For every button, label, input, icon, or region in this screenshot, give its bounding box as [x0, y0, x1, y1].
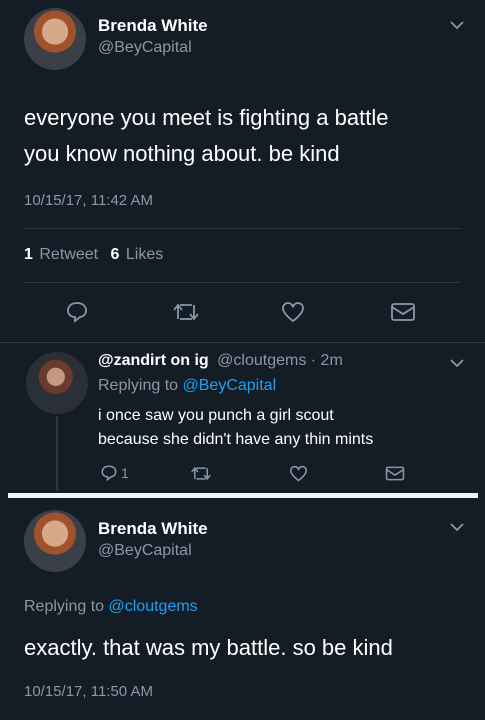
divider	[24, 282, 461, 283]
like-count[interactable]: 6	[111, 246, 120, 263]
author-name[interactable]: Brenda White	[98, 519, 208, 539]
separator	[8, 493, 478, 498]
message-icon[interactable]	[390, 301, 416, 323]
engagement-stats: 1 Retweet 6 Likes	[24, 246, 163, 264]
retweet-count[interactable]: 1	[24, 246, 33, 263]
tweet-text-line: you know nothing about. be kind	[24, 141, 340, 166]
author-handle[interactable]: @BeyCapital	[98, 542, 192, 560]
replying-to: Replying to @BeyCapital	[98, 377, 276, 395]
replying-to: Replying to @cloutgems	[24, 598, 198, 616]
retweet-label[interactable]: Retweet	[39, 246, 98, 263]
avatar[interactable]	[24, 8, 86, 70]
chevron-down-icon[interactable]	[450, 522, 464, 532]
tweet-text-line: exactly. that was my battle. so be kind	[24, 635, 393, 660]
replying-to-prefix: Replying to	[98, 377, 179, 394]
author-handle[interactable]: @BeyCapital	[98, 39, 192, 57]
replying-to-link[interactable]: @BeyCapital	[183, 377, 277, 394]
like-label[interactable]: Likes	[126, 246, 163, 263]
chevron-down-icon[interactable]	[450, 358, 464, 368]
author-name[interactable]: Brenda White	[98, 16, 208, 36]
tweet-timestamp[interactable]: 10/15/17, 11:50 AM	[24, 683, 153, 700]
message-icon[interactable]	[385, 465, 405, 482]
reply-text-line: i once saw you punch a girl scout	[98, 407, 334, 424]
reply-button[interactable]: 1	[100, 464, 129, 482]
reply-icon[interactable]	[100, 464, 118, 482]
reply-count: 1	[121, 465, 129, 481]
reply-icon[interactable]	[65, 300, 89, 324]
divider	[0, 342, 485, 343]
like-icon[interactable]	[281, 301, 305, 323]
tweet-timestamp[interactable]: 10/15/17, 11:42 AM	[24, 192, 153, 209]
replying-to-link[interactable]: @cloutgems	[109, 598, 198, 615]
reply-author-name[interactable]: @zandirt on ig	[98, 352, 209, 369]
reply-author-handle[interactable]: @cloutgems	[217, 352, 306, 369]
like-icon[interactable]	[289, 465, 308, 482]
reply-time[interactable]: · 2m	[311, 352, 343, 369]
avatar[interactable]	[26, 352, 88, 414]
retweet-icon[interactable]	[172, 301, 200, 323]
reply-header: @zandirt on ig @cloutgems · 2m	[98, 352, 343, 370]
divider	[24, 228, 461, 229]
avatar[interactable]	[24, 510, 86, 572]
retweet-icon[interactable]	[190, 465, 212, 482]
reply-text-line: because she didn't have any thin mints	[98, 431, 374, 448]
chevron-down-icon[interactable]	[450, 20, 464, 30]
replying-to-prefix: Replying to	[24, 598, 105, 615]
thread-line	[56, 416, 58, 491]
tweet-text-line: everyone you meet is fighting a battle	[24, 105, 389, 130]
